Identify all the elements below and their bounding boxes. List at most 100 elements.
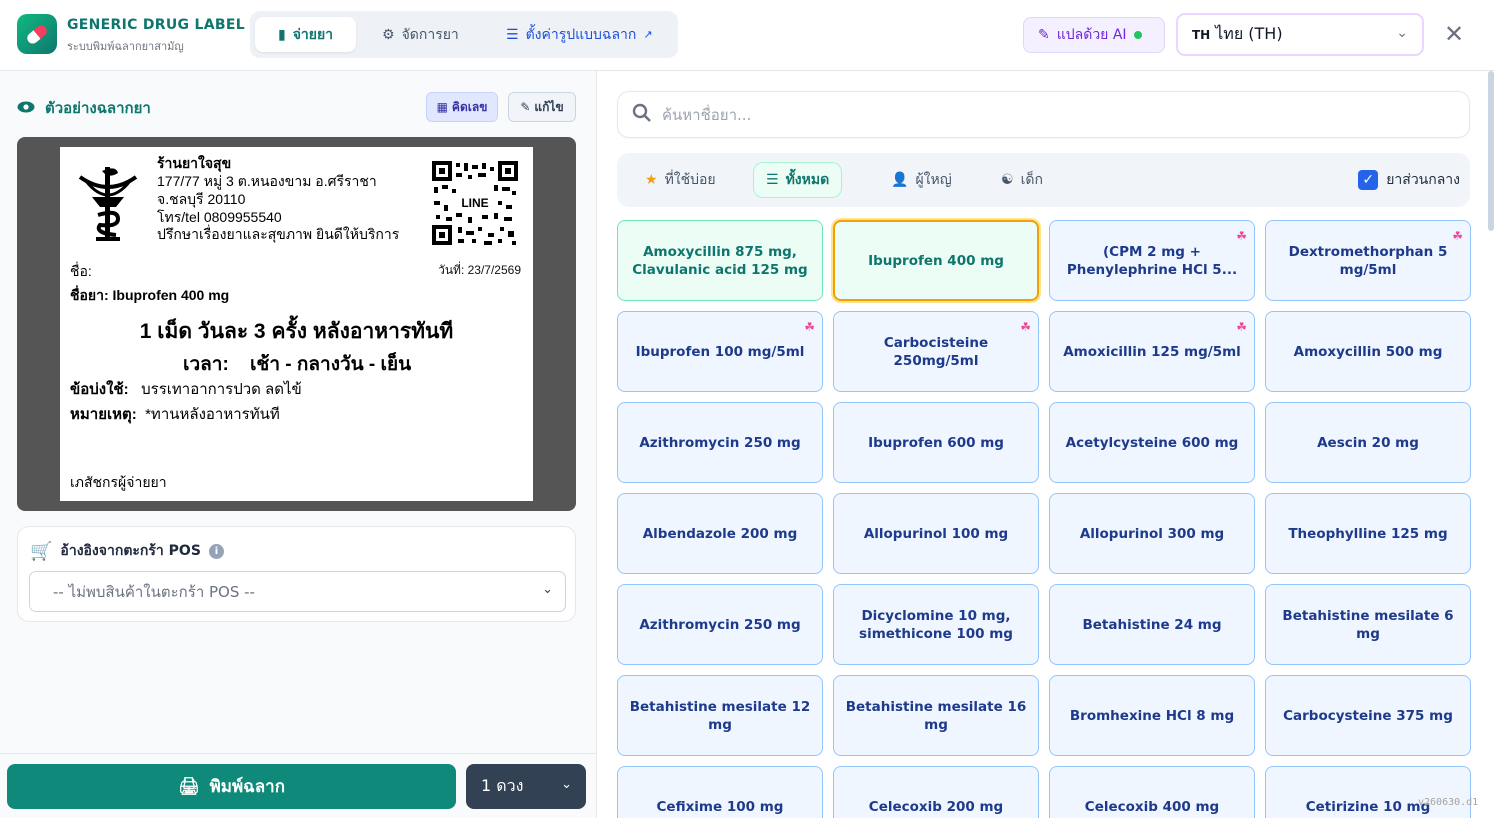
qr-line-text: LINE (461, 196, 488, 210)
label-quantity-select[interactable]: 1 ดวง ⌄ (466, 764, 586, 809)
status-dot (1133, 31, 1142, 39)
app-header: GENERIC DRUG LABEL ระบบพิมพ์ฉลากยาสามัญ … (0, 0, 1495, 71)
drug-card[interactable]: Bromhexine HCl 8 mg (1049, 675, 1255, 756)
drug-card-label: Betahistine mesilate 16 mg (845, 698, 1027, 733)
language-label: ไทย (TH) (1215, 24, 1283, 43)
tab-manage-drugs[interactable]: ⚙ จัดการยา (374, 17, 467, 52)
drug-card[interactable]: Amoxicillin 125 mg/5ml ☘ (1049, 311, 1255, 392)
drug-card[interactable]: Celecoxib 200 mg (833, 766, 1039, 818)
indication-value: บรรเทาอาการปวด ลดไข้ (141, 381, 302, 398)
drug-card[interactable]: Betahistine mesilate 12 mg (617, 675, 823, 756)
language-select[interactable]: TH ไทย (TH) ⌄ (1176, 13, 1424, 56)
drug-card-label: Carbocysteine 375 mg (1283, 707, 1453, 724)
child-icon: ☘ (804, 320, 815, 334)
drug-card-label: Amoxycillin 875 mg, Clavulanic acid 125 … (632, 243, 808, 278)
label-preview-frame: ร้านยาใจสุข 177/77 หมู่ 3 ต.หนองขาม อ.ศร… (17, 137, 576, 511)
cart-icon: 🛒 (30, 540, 53, 562)
drug-card-label: Bromhexine HCl 8 mg (1069, 707, 1235, 724)
caduceus-icon (78, 167, 138, 241)
qr-code-icon: LINE (432, 161, 518, 245)
drug-card[interactable]: Allopurinol 100 mg (833, 493, 1039, 574)
drug-card[interactable]: Theophylline 125 mg (1265, 493, 1471, 574)
preview-title: ตัวอย่างฉลากยา (45, 99, 151, 117)
child-icon: ☘ (1236, 320, 1247, 334)
drug-search-input[interactable]: ค้นหาชื่อยา... (617, 91, 1470, 138)
info-icon[interactable]: i (208, 543, 224, 559)
drug-card[interactable]: Azithromycin 250 mg (617, 584, 823, 665)
drug-card-label: Celecoxib 400 mg (1084, 798, 1220, 815)
pos-cart-select[interactable]: -- ไม่พบสินค้าในตะกร้า POS -- ⌄ (29, 571, 566, 612)
print-label-button[interactable]: 🖨 พิมพ์ฉลาก (7, 764, 456, 809)
tab-dispense[interactable]: ▮ จ่ายยา (255, 17, 356, 52)
drug-card[interactable]: Cetirizine 10 mg (1265, 766, 1471, 818)
preview-heading: ตัวอย่างฉลากยา (17, 96, 151, 120)
close-icon[interactable]: ✕ (1444, 20, 1464, 48)
drug-card[interactable]: Ibuprofen 600 mg (833, 402, 1039, 483)
drug-card[interactable]: Amoxycillin 875 mg, Clavulanic acid 125 … (617, 220, 823, 301)
drug-card-label: Amoxicillin 125 mg/5ml (1063, 343, 1241, 360)
footer-divider (0, 753, 597, 754)
chevron-down-icon: ⌄ (542, 582, 553, 597)
drug-card-label: Ibuprofen 400 mg (868, 252, 1004, 269)
filter-adult[interactable]: 👤 ผู้ใหญ่ (879, 162, 964, 198)
drug-card-label: Azithromycin 250 mg (639, 616, 801, 633)
label-drug-name: ชื่อยา: Ibuprofen 400 mg (70, 287, 230, 303)
drug-card-label: Ibuprofen 100 mg/5ml (635, 343, 805, 360)
ai-translate-label: แปลด้วย AI (1056, 27, 1127, 43)
edit-label-button[interactable]: ✎ แก้ไข (508, 92, 576, 122)
time-value: เช้า - กลางวัน - เย็น (249, 354, 412, 375)
label-pharmacist: เภสัชกรผู้จ่ายยา (70, 474, 167, 490)
drug-card[interactable]: (CPM 2 mg + Phenylephrine HCl 5... ☘ (1049, 220, 1255, 301)
filter-all[interactable]: ☰ ทั้งหมด (753, 162, 843, 198)
drug-card[interactable]: Ibuprofen 100 mg/5ml ☘ (617, 311, 823, 392)
tab-label-settings[interactable]: ☰ ตั้งค่ารูปแบบฉลาก ↗ (498, 17, 661, 52)
pos-select-value: -- ไม่พบสินค้าในตะกร้า POS -- (53, 582, 255, 601)
drug-card[interactable]: Amoxycillin 500 mg (1265, 311, 1471, 392)
drug-card[interactable]: Betahistine mesilate 16 mg (833, 675, 1039, 756)
version-text: v260630.d1 (1418, 797, 1479, 808)
drug-card[interactable]: Carbocysteine 375 mg (1265, 675, 1471, 756)
filter-label: ที่ใช้บ่อย (664, 172, 716, 188)
tab-label: จ่ายยา (292, 26, 334, 43)
scrollbar[interactable] (1488, 71, 1494, 231)
center-drug-checkbox[interactable]: ✓ ยาส่วนกลาง (1358, 169, 1460, 191)
drug-card[interactable]: Carbocisteine 250mg/5ml ☘ (833, 311, 1039, 392)
eye-icon (17, 99, 35, 117)
filter-frequent[interactable]: ★ ที่ใช้บ่อย (633, 162, 728, 198)
note-label: หมายเหตุ: (70, 406, 137, 423)
drug-card-label: Cefixime 100 mg (656, 798, 784, 815)
pos-title: อ้างอิงจากตะกร้า POS (60, 543, 201, 559)
drug-card[interactable]: Allopurinol 300 mg (1049, 493, 1255, 574)
calculator-icon: ▦ (436, 100, 448, 114)
ai-translate-button[interactable]: ✎ แปลด้วย AI (1023, 17, 1165, 53)
drug-card[interactable]: Ibuprofen 400 mg (833, 220, 1039, 301)
app-title: GENERIC DRUG LABEL (67, 17, 245, 33)
language-code: TH (1192, 27, 1211, 42)
drug-card[interactable]: Albendazole 200 mg (617, 493, 823, 574)
drug-card[interactable]: Cefixime 100 mg (617, 766, 823, 818)
tab-label: ตั้งค่ารูปแบบฉลาก (525, 26, 637, 43)
tab-label: จัดการยา (401, 26, 459, 43)
drug-card[interactable]: Dicyclomine 10 mg, simethicone 100 mg (833, 584, 1039, 665)
drug-card[interactable]: Celecoxib 400 mg (1049, 766, 1255, 818)
drug-card[interactable]: Betahistine mesilate 6 mg (1265, 584, 1471, 665)
center-drug-label: ยาส่วนกลาง (1386, 172, 1460, 188)
star-icon: ★ (645, 172, 658, 188)
search-placeholder: ค้นหาชื่อยา... (662, 105, 752, 124)
drug-card-label: Betahistine mesilate 6 mg (1282, 607, 1454, 642)
drug-card-label: Theophylline 125 mg (1288, 525, 1448, 542)
layers-icon: ☰ (766, 172, 779, 188)
filter-label: ทั้งหมด (785, 172, 830, 188)
filter-child[interactable]: ☯ เด็ก (989, 162, 1055, 198)
label-date: วันที่: 23/7/2569 (438, 263, 521, 277)
drug-card[interactable]: Acetylcysteine 600 mg (1049, 402, 1255, 483)
drug-card[interactable]: Betahistine 24 mg (1049, 584, 1255, 665)
calculator-button[interactable]: ▦ คิดเลข (426, 92, 498, 122)
label-indication: ข้อบ่งใช้: บรรเทาอาการปวด ลดไข้ (70, 377, 302, 401)
drug-card[interactable]: Azithromycin 250 mg (617, 402, 823, 483)
drug-card[interactable]: Dextromethorphan 5 mg/5ml ☘ (1265, 220, 1471, 301)
drug-card[interactable]: Aescin 20 mg (1265, 402, 1471, 483)
search-icon (632, 103, 652, 127)
child-icon: ☘ (1020, 320, 1031, 334)
filter-label: เด็ก (1020, 172, 1043, 188)
